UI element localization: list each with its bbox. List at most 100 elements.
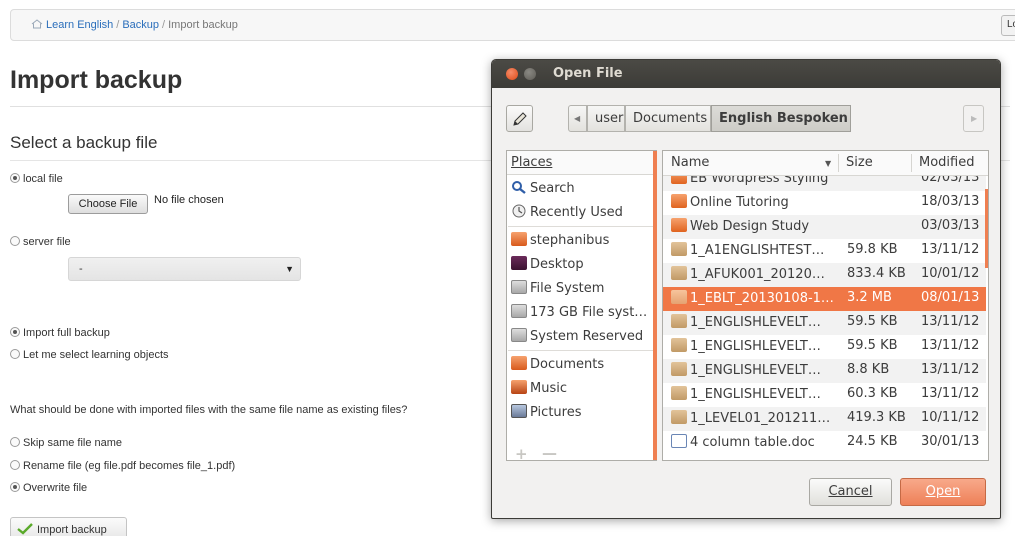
- file-name: 1_ENGLISHLEVELT…: [690, 315, 821, 330]
- close-icon[interactable]: [506, 68, 518, 80]
- pictures-folder-icon: [511, 404, 527, 418]
- file-modified: 13/11/12: [921, 314, 980, 329]
- place-item-file-system[interactable]: File System: [509, 277, 652, 301]
- file-row[interactable]: 1_ENGLISHLEVELT… 59.5 KB 13/11/12: [663, 311, 986, 335]
- place-item-pictures[interactable]: Pictures: [509, 401, 652, 425]
- place-item-173gb[interactable]: 173 GB File syst…: [509, 301, 652, 325]
- check-icon: [17, 523, 33, 535]
- chevron-right-icon: ▶: [971, 114, 978, 123]
- files-header: Name ▼ Size Modified: [663, 151, 988, 176]
- radio-button[interactable]: [10, 327, 20, 337]
- type-location-button[interactable]: [506, 105, 533, 132]
- file-name: 1_AFUK001_20120…: [690, 267, 825, 282]
- file-size: 833.4 KB: [847, 266, 906, 281]
- radio-button[interactable]: [10, 349, 20, 359]
- place-label: File System: [530, 281, 605, 296]
- chevron-left-icon: ◀: [574, 114, 581, 123]
- breadcrumb-separator: /: [162, 19, 166, 31]
- home-icon: [31, 19, 43, 29]
- place-item-music[interactable]: Music: [509, 377, 652, 401]
- archive-icon: [671, 314, 687, 328]
- file-modified: 18/03/13: [921, 194, 980, 209]
- column-separator: [838, 154, 839, 172]
- file-row[interactable]: 4 column table.doc 24.5 KB 30/01/13: [663, 431, 986, 455]
- archive-icon: [671, 242, 687, 256]
- archive-icon: [671, 266, 687, 280]
- file-row[interactable]: 1_AFUK001_20120… 833.4 KB 10/01/12: [663, 263, 986, 287]
- radio-button[interactable]: [10, 482, 20, 492]
- file-name: 1_ENGLISHLEVELT…: [690, 363, 821, 378]
- place-item-recently-used[interactable]: Recently Used: [509, 201, 652, 225]
- path-forward-button[interactable]: ▶: [963, 105, 984, 132]
- login-button[interactable]: Lo: [1001, 15, 1015, 36]
- radio-server-file[interactable]: server file: [10, 236, 71, 248]
- radio-import-full-backup[interactable]: Import full backup: [10, 327, 110, 339]
- open-button[interactable]: Open: [900, 478, 986, 506]
- dialog-titlebar[interactable]: Open File: [492, 60, 1000, 88]
- breadcrumb-link-learn-english[interactable]: Learn English: [46, 19, 113, 31]
- place-label: 173 GB File syst…: [530, 305, 648, 320]
- file-row-selected[interactable]: 1_EBLT_20130108-1… 3.2 MB 08/01/13: [663, 287, 986, 311]
- file-row[interactable]: 1_ENGLISHLEVELT… 59.5 KB 13/11/12: [663, 335, 986, 359]
- file-row[interactable]: 1_A1ENGLISHTEST… 59.8 KB 13/11/12: [663, 239, 986, 263]
- home-folder-icon: [511, 232, 527, 246]
- radio-overwrite-file[interactable]: Overwrite file: [10, 482, 87, 494]
- radio-select-learning-objects[interactable]: Let me select learning objects: [10, 349, 169, 361]
- place-item-search[interactable]: Search: [509, 177, 652, 201]
- file-status-text: No file chosen: [154, 194, 224, 206]
- page-title: Import backup: [10, 66, 183, 94]
- file-row[interactable]: 1_ENGLISHLEVELT… 8.8 KB 13/11/12: [663, 359, 986, 383]
- places-header[interactable]: Places: [507, 151, 656, 175]
- file-row[interactable]: 1_ENGLISHLEVELT… 60.3 KB 13/11/12: [663, 383, 986, 407]
- path-button-english-bespoken[interactable]: English Bespoken: [711, 105, 851, 132]
- server-file-select[interactable]: - ▼: [68, 257, 301, 281]
- files-scroll-accent: [985, 189, 988, 268]
- places-separator: [508, 226, 653, 227]
- place-item-documents[interactable]: Documents: [509, 353, 652, 377]
- file-modified: 08/01/13: [921, 290, 980, 305]
- radio-button[interactable]: [10, 460, 20, 470]
- place-label: Music: [530, 381, 567, 396]
- places-scroll-accent: [653, 151, 657, 460]
- column-header-name[interactable]: Name: [671, 155, 709, 170]
- path-back-button[interactable]: ◀: [568, 105, 587, 132]
- drive-icon: [511, 280, 527, 294]
- breadcrumb: Learn English / Backup / Import backup: [31, 19, 238, 31]
- column-header-modified[interactable]: Modified: [919, 155, 974, 170]
- file-modified: 10/11/12: [921, 410, 980, 425]
- radio-rename-file[interactable]: Rename file (eg file.pdf becomes file_1.…: [10, 460, 235, 472]
- file-size: 59.5 KB: [847, 338, 898, 353]
- archive-icon: [671, 338, 687, 352]
- radio-button[interactable]: [10, 236, 20, 246]
- import-backup-button[interactable]: Import backup: [10, 517, 127, 536]
- file-size: 8.8 KB: [847, 362, 890, 377]
- select-value: -: [79, 263, 83, 275]
- file-row[interactable]: Web Design Study 03/03/13: [663, 215, 986, 239]
- path-button-documents[interactable]: Documents: [625, 105, 711, 132]
- dialog-title: Open File: [553, 66, 623, 81]
- file-row[interactable]: 1_LEVEL01_201211… 419.3 KB 10/11/12: [663, 407, 986, 431]
- radio-skip-same-file[interactable]: Skip same file name: [10, 437, 122, 449]
- dropdown-arrow-icon: ▼: [285, 264, 294, 274]
- remove-bookmark-icon[interactable]: —: [542, 444, 557, 462]
- import-backup-label: Import backup: [37, 524, 107, 536]
- place-label: Documents: [530, 357, 605, 372]
- radio-label: server file: [23, 236, 71, 248]
- place-item-stephanibus[interactable]: stephanibus: [509, 229, 652, 253]
- path-button-user[interactable]: user: [587, 105, 625, 132]
- radio-local-file[interactable]: local file: [10, 173, 63, 185]
- place-item-system-reserved[interactable]: System Reserved: [509, 325, 652, 349]
- breadcrumb-separator: /: [116, 19, 120, 31]
- radio-button[interactable]: [10, 173, 20, 183]
- radio-button[interactable]: [10, 437, 20, 447]
- column-header-size[interactable]: Size: [846, 155, 873, 170]
- file-modified: 13/11/12: [921, 338, 980, 353]
- choose-file-button[interactable]: Choose File: [68, 194, 148, 214]
- minimize-icon[interactable]: [524, 68, 536, 80]
- file-name: 1_A1ENGLISHTEST…: [690, 243, 825, 258]
- cancel-button[interactable]: Cancel: [809, 478, 892, 506]
- place-item-desktop[interactable]: Desktop: [509, 253, 652, 277]
- file-row[interactable]: Online Tutoring 18/03/13: [663, 191, 986, 215]
- add-bookmark-icon[interactable]: +: [515, 445, 528, 463]
- breadcrumb-link-backup[interactable]: Backup: [122, 19, 159, 31]
